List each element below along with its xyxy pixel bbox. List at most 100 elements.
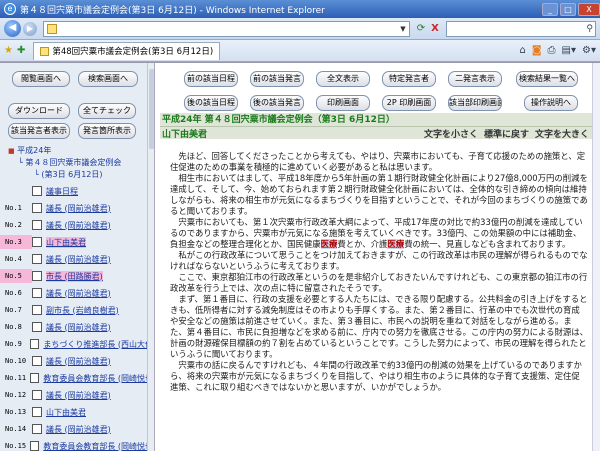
left-scrollbar[interactable] [147, 63, 155, 451]
content-area: 閲覧画面へ 検索画面へ ダウンロード 全てチェック 該当発言者表示 発言箇所表示… [0, 62, 600, 450]
home-icon[interactable]: ⌂ [519, 45, 525, 56]
list-item-checkbox[interactable] [32, 407, 42, 417]
show-speakers-button[interactable]: 該当発言者表示 [8, 123, 70, 139]
show-speeches-button[interactable]: 発言箇所表示 [78, 123, 136, 139]
list-item-link[interactable]: 副市長 (岩崎良樹君) [46, 305, 119, 316]
list-item-number: No.12 [0, 388, 32, 402]
list-item-number: No.15 [0, 439, 30, 451]
tools-menu-icon[interactable]: ⚙▾ [582, 45, 596, 56]
list-item-link[interactable]: 議長 (岡前治雄君) [46, 220, 111, 231]
search-input[interactable]: ⚲ [446, 21, 596, 37]
full-display-button[interactable]: 全文表示 [316, 71, 370, 87]
scroll-thumb[interactable] [149, 69, 155, 149]
list-item-link[interactable]: 山下由美君 [46, 237, 86, 248]
back-button[interactable]: ◀ [4, 20, 21, 37]
list-item-link[interactable]: 議長 (岡前治雄君) [46, 390, 111, 401]
address-bar: ◀ ▶ ▼ ⟳ X ⚲ [0, 18, 600, 40]
list-item-number: No.10 [0, 354, 32, 368]
page-menu-icon[interactable]: ▤▾ [562, 45, 576, 56]
list-item-checkbox[interactable] [32, 237, 42, 247]
list-item: No.2 議長 (岡前治雄君) [0, 217, 155, 233]
next-day-button[interactable]: 後の該当日程 [184, 95, 238, 111]
chevron-down-icon[interactable]: ▼ [397, 25, 409, 33]
font-smaller-button[interactable]: 文字を小さく [424, 127, 478, 140]
list-item-checkbox[interactable] [32, 220, 42, 230]
list-item-checkbox[interactable] [30, 373, 39, 383]
list-item-link[interactable]: 市長 (田路勝君) [46, 271, 103, 282]
font-normal-button[interactable]: 標準に戻す [484, 127, 529, 140]
speech-body: 先ほど、回答してくださったことから考えても、やはり、宍粟市においても、子育て応援… [170, 151, 588, 393]
tree-year[interactable]: ■ 平成24年 [8, 145, 51, 156]
list-item-checkbox[interactable] [32, 424, 42, 434]
font-larger-button[interactable]: 文字を大きく [535, 127, 589, 140]
print-hit-button[interactable]: 該当部印刷画面 [448, 95, 502, 111]
list-item-number: No.5 [0, 269, 32, 283]
tab-title: 第48回宍粟市議会定例会(第3日 6月12日) [52, 45, 213, 57]
list-item-checkbox[interactable] [32, 186, 42, 196]
print-screen-button[interactable]: 印刷画面 [316, 95, 370, 111]
list-item-checkbox[interactable] [32, 322, 42, 332]
list-item-link[interactable]: 議長 (岡前治雄君) [46, 356, 111, 367]
next-speech-button[interactable]: 後の該当発言 [250, 95, 304, 111]
search-screen-button[interactable]: 検索画面へ [78, 71, 138, 87]
prev-day-button[interactable]: 前の該当日程 [184, 71, 238, 87]
list-item-link[interactable]: 議長 (岡前治雄君) [46, 254, 111, 265]
minimize-button[interactable]: _ [542, 3, 558, 16]
list-item-link[interactable]: 議長 (岡前治雄君) [46, 322, 111, 333]
refresh-icon[interactable]: ⟳ [414, 22, 428, 36]
maximize-button[interactable]: □ [560, 3, 576, 16]
paragraph: 宍粟市の話に戻るんですけれども、４年間の行政改革で約33億円の削減の効果を上げて… [170, 360, 588, 393]
paragraph: 先ほど、回答してくださったことから考えても、やはり、宍粟市においても、子育て応援… [170, 151, 588, 173]
list-item-link[interactable]: 山下由美君 [46, 407, 86, 418]
favorites-star-icon[interactable]: ★ [4, 45, 13, 56]
paragraph: 相生市においてはまして、平成18年度から5年計画の第１期行財政健全化計画により2… [170, 173, 588, 217]
paragraph: 宍粟市においても、第１次宍粟市行政改革大綱によって、平成17年度の対比で約33億… [170, 217, 588, 250]
list-item-link[interactable]: 教育委員会教育部長 (岡崎悦也君) [43, 441, 155, 451]
list-item-number: No.2 [0, 218, 32, 232]
list-item: No.4議長 (岡前治雄君) [0, 251, 155, 267]
list-item-link[interactable]: 議長 (岡前治雄君) [46, 288, 111, 299]
list-item-checkbox[interactable] [32, 390, 42, 400]
add-favorite-icon[interactable]: ✚ [17, 45, 25, 56]
list-item-link[interactable]: 議長 (岡前治雄君) [46, 203, 111, 214]
list-item-checkbox[interactable] [32, 356, 42, 366]
prev-speech-button[interactable]: 前の該当発言 [250, 71, 304, 87]
list-item-checkbox[interactable] [32, 203, 42, 213]
stop-icon[interactable]: X [428, 22, 442, 36]
list-item-checkbox[interactable] [32, 288, 42, 298]
list-item-number [0, 184, 32, 198]
print-icon[interactable]: ⎙ [548, 45, 556, 56]
list-item-link[interactable]: 教育委員会教育部長 (岡崎悦也君) [43, 373, 155, 384]
tree-day[interactable]: └ (第3日 6月12日) [34, 169, 103, 180]
list-item-checkbox[interactable] [32, 254, 42, 264]
download-button[interactable]: ダウンロード [8, 103, 70, 119]
close-button[interactable]: X [578, 3, 600, 16]
url-field[interactable]: ▼ [43, 21, 410, 37]
tab-current[interactable]: 第48回宍粟市議会定例会(第3日 6月12日) [33, 42, 220, 60]
list-item: No.3 山下由美君 [0, 234, 155, 250]
list-item-checkbox[interactable] [32, 305, 42, 315]
list-item: No.11教育委員会教育部長 (岡崎悦也君) [0, 370, 155, 386]
list-item-link[interactable]: 議長 (岡前治雄君) [46, 424, 111, 435]
window-title: 第４８回宍粟市議会定例会(第3日 6月12日) - Windows Intern… [20, 3, 540, 16]
tree-bullet-icon: ■ [8, 147, 15, 155]
command-bar: ⌂ ◙ ⎙ ▤▾ ⚙▾ [519, 45, 596, 56]
print-2p-button[interactable]: 2P 印刷画面 [382, 95, 436, 111]
right-scrollbar[interactable] [592, 63, 600, 451]
search-icon[interactable]: ⚲ [586, 24, 593, 34]
list-item-checkbox[interactable] [30, 339, 39, 349]
specific-speaker-button[interactable]: 特定発言者 [382, 71, 436, 87]
two-speech-button[interactable]: 二発言表示 [448, 71, 502, 87]
help-button[interactable]: 操作説明へ [524, 95, 578, 111]
list-item-checkbox[interactable] [32, 271, 42, 281]
tree-session[interactable]: └ 第４８回宍粟市議会定例会 [18, 157, 121, 168]
ie-logo-icon: e [4, 3, 16, 15]
view-screen-button[interactable]: 閲覧画面へ [12, 71, 70, 87]
check-all-button[interactable]: 全てチェック [78, 103, 136, 119]
list-item-link[interactable]: 議事日程 [46, 186, 78, 197]
forward-button[interactable]: ▶ [23, 22, 37, 36]
search-results-button[interactable]: 検索結果一覧へ [516, 71, 578, 87]
list-item-number: No.3 [0, 235, 32, 249]
list-item-link[interactable]: まちづくり推進部長 (西山大作君) [43, 339, 155, 350]
feeds-icon[interactable]: ◙ [532, 45, 542, 56]
